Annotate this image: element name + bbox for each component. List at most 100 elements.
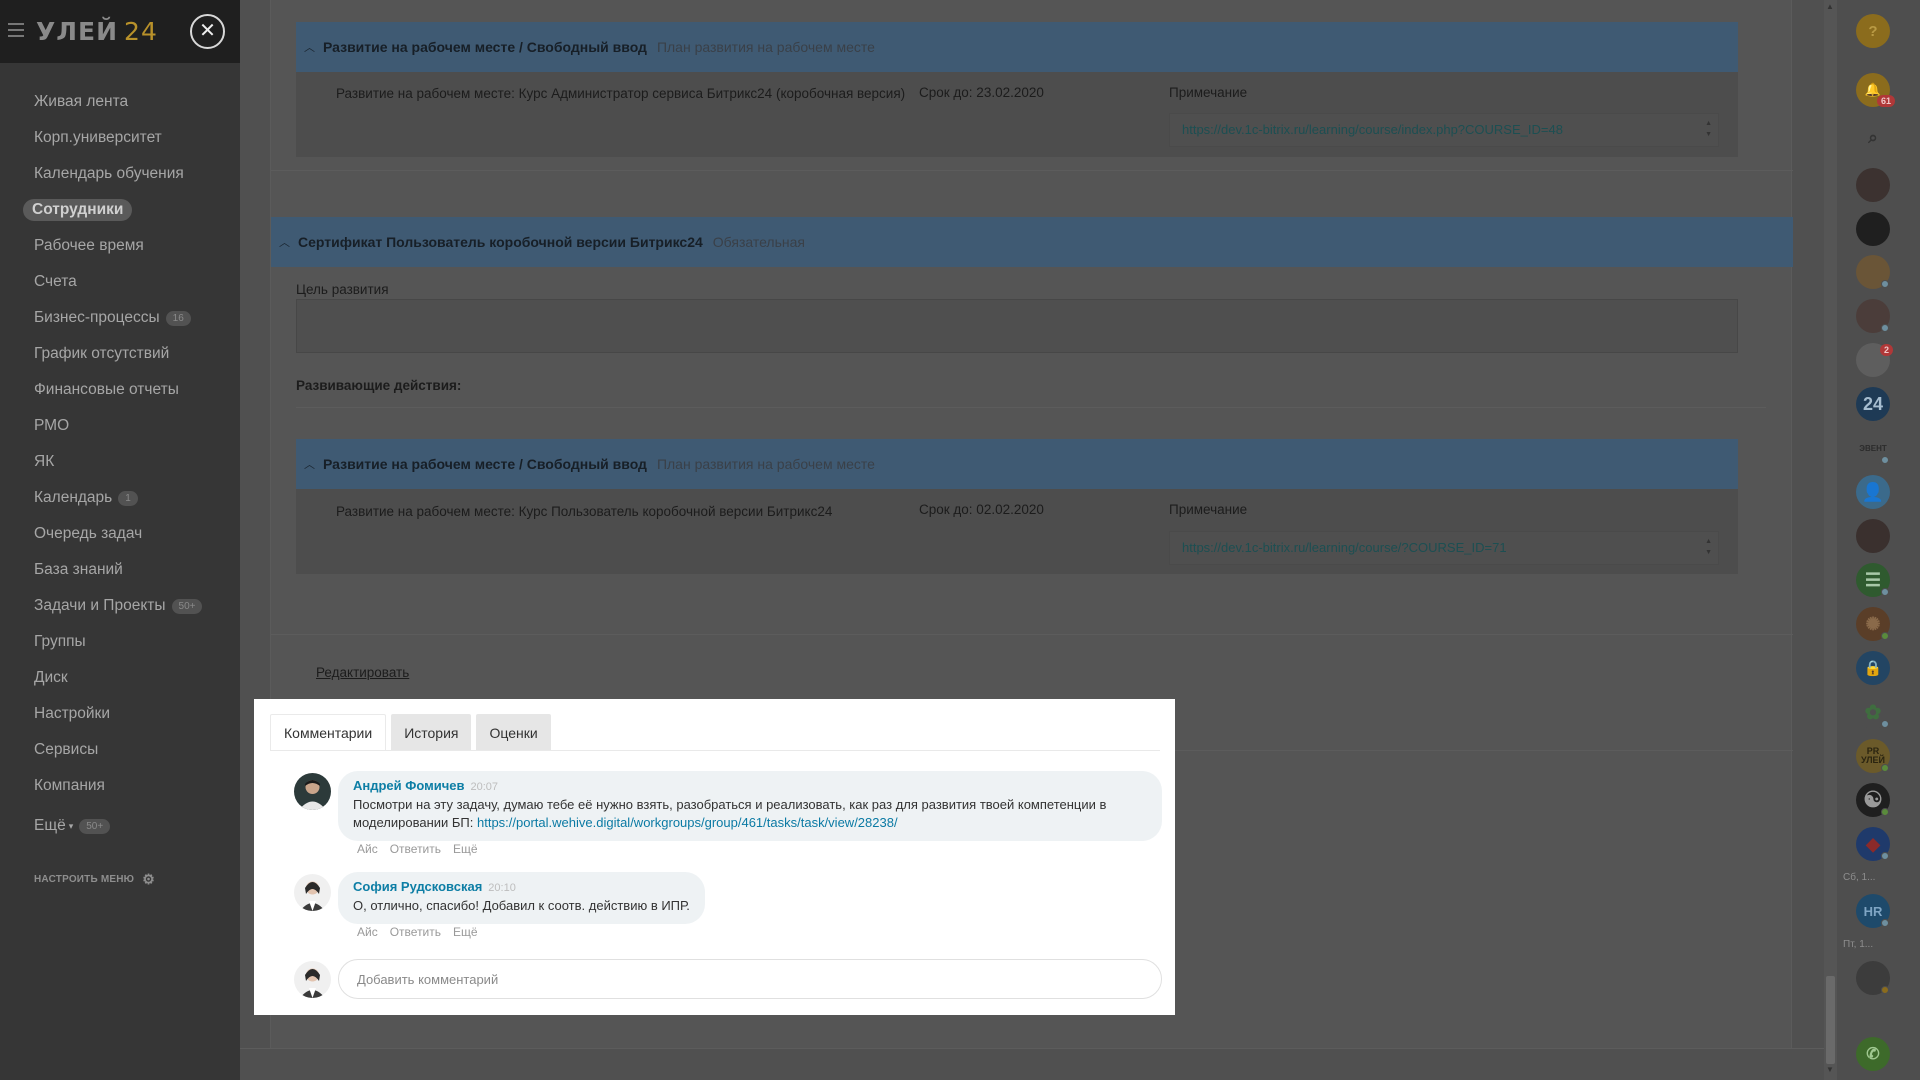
note-label: Примечание [1169,85,1248,100]
sidebar-item-company[interactable]: Компания [0,768,240,804]
like-button[interactable]: Айс [357,842,378,856]
sidebar-item-groups[interactable]: Группы [0,624,240,660]
block-subtitle: План развития на рабочем месте [656,39,875,55]
sidebar-item-label: Задачи и Проекты [34,597,166,614]
comment-actions: Айс Ответить Ещё [357,925,490,939]
deadline: Срок до: 02.02.2020 [919,502,1044,517]
sidebar-item-label: Финансовые отчеты [34,381,179,398]
divider [271,170,1793,171]
hr-label: HR [1863,903,1883,919]
comment-actions: Айс Ответить Ещё [357,842,490,856]
contact-avatar[interactable] [1856,168,1890,202]
note-field[interactable]: https://dev.1c-bitrix.ru/learning/course… [1169,531,1719,565]
spinner-arrows-icon[interactable]: ▲ ▼ [1705,536,1712,558]
sidebar-item-label: График отсутствий [34,345,170,362]
chevron-up-icon: ︿ [304,459,315,471]
scroll-down-icon[interactable]: ▼ [1826,1065,1834,1074]
configure-menu-button[interactable]: НАСТРОИТЬ МЕНЮ ⚙ [34,871,155,888]
online-status-icon [1881,764,1889,772]
add-comment-placeholder: Добавить комментарий [357,971,499,987]
sidebar-item-bizproc[interactable]: Бизнес-процессы 16 [0,300,240,336]
tab-ratings[interactable]: Оценки [476,714,551,751]
bitrix24-icon[interactable]: 24 [1856,387,1890,421]
close-icon[interactable]: ✕ [190,14,225,49]
online-status-icon [1881,588,1889,596]
add-comment-input[interactable]: Добавить комментарий [338,959,1162,999]
reply-button[interactable]: Ответить [390,842,441,856]
comment-author[interactable]: Андрей Фомичев [353,778,465,793]
more-button[interactable]: Ещё [453,842,478,856]
scroll-up-icon[interactable]: ▲ [1826,2,1834,11]
spinner-arrows-icon[interactable]: ▲ ▼ [1705,118,1712,140]
sidebar-item-yak[interactable]: ЯК [0,444,240,480]
lock-chat-icon[interactable]: 🔒 [1856,651,1890,685]
avatar[interactable] [294,773,331,810]
sidebar-item-worktime[interactable]: Рабочее время [0,228,240,264]
online-status-icon [1881,986,1889,994]
comment-author[interactable]: София Рудсковская [353,879,482,894]
avatar[interactable] [294,874,331,911]
sidebar-item-employees[interactable]: Сотрудники [0,192,240,228]
sidebar-item-training-calendar[interactable]: Календарь обучения [0,156,240,192]
online-status-icon [1881,808,1889,816]
online-status-icon [1881,280,1889,288]
user-placeholder-avatar[interactable]: 👤 [1856,475,1890,509]
phone-icon[interactable]: ✆ [1856,1037,1890,1071]
contact-avatar[interactable] [1856,212,1890,246]
comments-popup: Комментарии История Оценки Андрей Фомиче… [254,699,1175,1015]
sidebar-item-task-queue[interactable]: Очередь задач [0,516,240,552]
search-icon[interactable]: ⌕ [1856,121,1890,155]
comment-text: Посмотри на эту задачу, думаю тебе её ну… [353,796,1147,832]
block-title: Развитие на рабочем месте / Свободный вв… [323,39,647,55]
comment-text: О, отлично, спасибо! Добавил к соотв. де… [353,898,690,913]
bottom-divider [240,1048,1824,1049]
tab-history[interactable]: История [391,714,472,751]
chat-caption: Пт, 1... [1843,939,1874,950]
sidebar-item-disk[interactable]: Диск [0,660,240,696]
scroll-thumb[interactable] [1826,976,1835,1064]
deadline: Срок до: 23.02.2020 [919,85,1044,100]
sidebar-item-feed[interactable]: Живая лента [0,84,240,120]
comment-bubble: София Рудсковская 20:10 О, отлично, спаси… [338,872,705,924]
sidebar-item-invoices[interactable]: Счета [0,264,240,300]
sidebar-item-calendar[interactable]: Календарь 1 [0,480,240,516]
sidebar-item-services[interactable]: Сервисы [0,732,240,768]
more-button[interactable]: Ещё [453,925,478,939]
like-button[interactable]: Айс [357,925,378,939]
divider [296,407,1766,408]
help-icon[interactable]: ? [1856,14,1890,48]
online-status-icon [1881,919,1889,927]
sidebar-item-more[interactable]: Ещё ▾ 50+ [0,808,240,844]
reply-button[interactable]: Ответить [390,925,441,939]
sidebar-header: УЛЕЙ 24 ✕ [0,0,240,63]
action-text: Развитие на рабочем месте: Курс Админист… [336,86,906,101]
goal-textarea[interactable] [296,299,1738,353]
sidebar-item-settings[interactable]: Настройки [0,696,240,732]
current-user-avatar [294,961,331,998]
comment-time: 20:10 [488,882,516,894]
sidebar-item-absence[interactable]: График отсутствий [0,336,240,372]
certificate-title: Сертификат Пользователь коробочной верси… [298,234,703,250]
sidebar-item-label: Ещё [34,817,66,834]
burger-menu-icon[interactable] [8,23,24,37]
scrollbar[interactable]: ▲ ▼ [1824,0,1837,1080]
certificate-header[interactable]: ︿ Сертификат Пользователь коробочной вер… [271,217,1793,267]
edit-link[interactable]: Редактировать [316,665,409,680]
sidebar-item-label: Сотрудники [23,199,133,221]
note-field[interactable]: https://dev.1c-bitrix.ru/learning/course… [1169,113,1719,147]
sidebar-item-finance[interactable]: Финансовые отчеты [0,372,240,408]
event-label: ЭВЕНТ [1859,443,1887,453]
comment-link[interactable]: https://portal.wehive.digital/workgroups… [477,815,898,830]
logo-text: УЛЕЙ [36,17,119,46]
sidebar-item-tasks[interactable]: Задачи и Проекты 50+ [0,588,240,624]
logo[interactable]: УЛЕЙ 24 [36,17,158,46]
sidebar-item-rmo[interactable]: РМО [0,408,240,444]
sidebar-item-label: Рабочее время [34,237,144,254]
tab-comments[interactable]: Комментарии [270,714,387,751]
development-block-1-header[interactable]: ︿ Развитие на рабочем месте / Свободный … [296,22,1738,72]
contact-avatar[interactable] [1856,519,1890,553]
sidebar-item-university[interactable]: Корп.университет [0,120,240,156]
sidebar-item-knowledge[interactable]: База знаний [0,552,240,588]
development-block-2-header[interactable]: ︿ Развитие на рабочем месте / Свободный … [296,439,1738,489]
counter-badge: 50+ [171,598,203,614]
